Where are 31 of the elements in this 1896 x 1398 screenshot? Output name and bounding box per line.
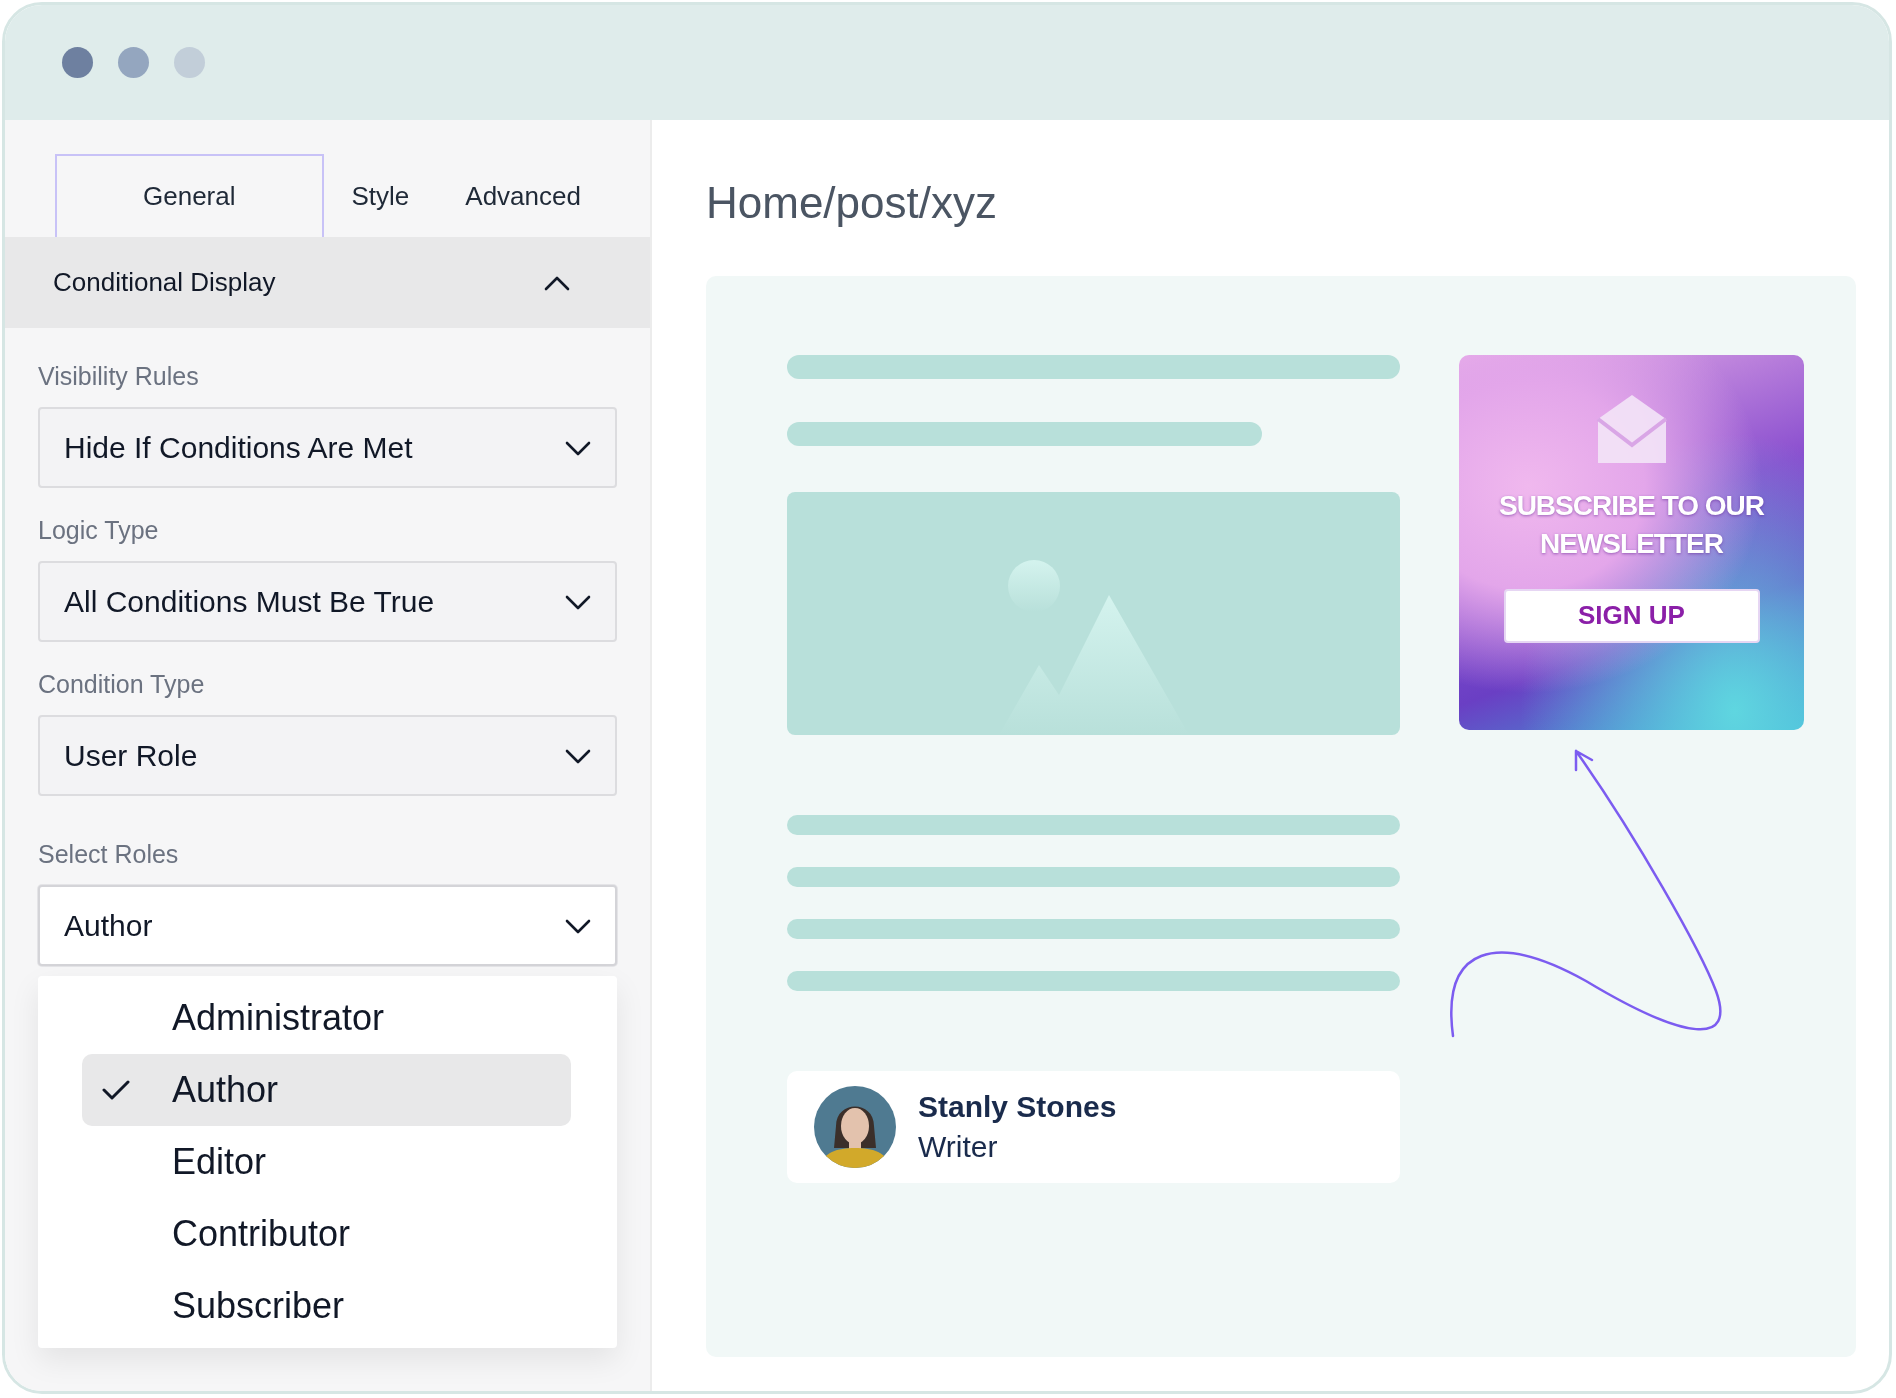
field-label: Select Roles <box>38 840 180 869</box>
tab[interactable]: Style <box>323 154 438 237</box>
dropdown-field[interactable]: All Conditions Must Be True <box>38 561 617 642</box>
dropdown-option[interactable]: Administrator <box>82 982 571 1054</box>
section-header[interactable]: Conditional Display <box>5 237 650 328</box>
dropdown-option[interactable]: Subscriber <box>82 1270 571 1342</box>
field-label: Visibility Rules <box>38 362 200 391</box>
field-label: Logic Type <box>38 516 160 545</box>
chevron-down-icon <box>565 593 591 610</box>
window-control-icon[interactable] <box>174 47 205 78</box>
check-icon <box>102 1079 130 1101</box>
window-control-icon[interactable] <box>62 47 93 78</box>
page-path: Home/post/xyz <box>706 178 998 228</box>
author-name: Stanly Stones <box>918 1090 1117 1124</box>
dropdown-option[interactable]: Contributor <box>82 1198 571 1270</box>
dropdown-option[interactable]: Editor <box>82 1126 571 1198</box>
chevron-down-icon <box>565 439 591 456</box>
tab[interactable]: Advanced <box>437 154 609 237</box>
field-label: Condition Type <box>38 670 206 699</box>
collapse-icon <box>544 274 570 291</box>
dropdown-field[interactable]: Author <box>38 885 617 966</box>
chevron-down-icon <box>565 747 591 764</box>
window-control-icon[interactable] <box>118 47 149 78</box>
chevron-down-icon <box>565 917 591 934</box>
section-title: Conditional Display <box>53 267 276 298</box>
dropdown-option[interactable]: Author <box>82 1054 571 1126</box>
author-role: Writer <box>918 1130 999 1164</box>
sign-up-button[interactable]: SIGN UP <box>1503 588 1760 643</box>
dropdown-field[interactable]: User Role <box>38 715 617 796</box>
dropdown-field[interactable]: Hide If Conditions Are Met <box>38 407 617 488</box>
envelope-icon <box>1595 395 1668 465</box>
